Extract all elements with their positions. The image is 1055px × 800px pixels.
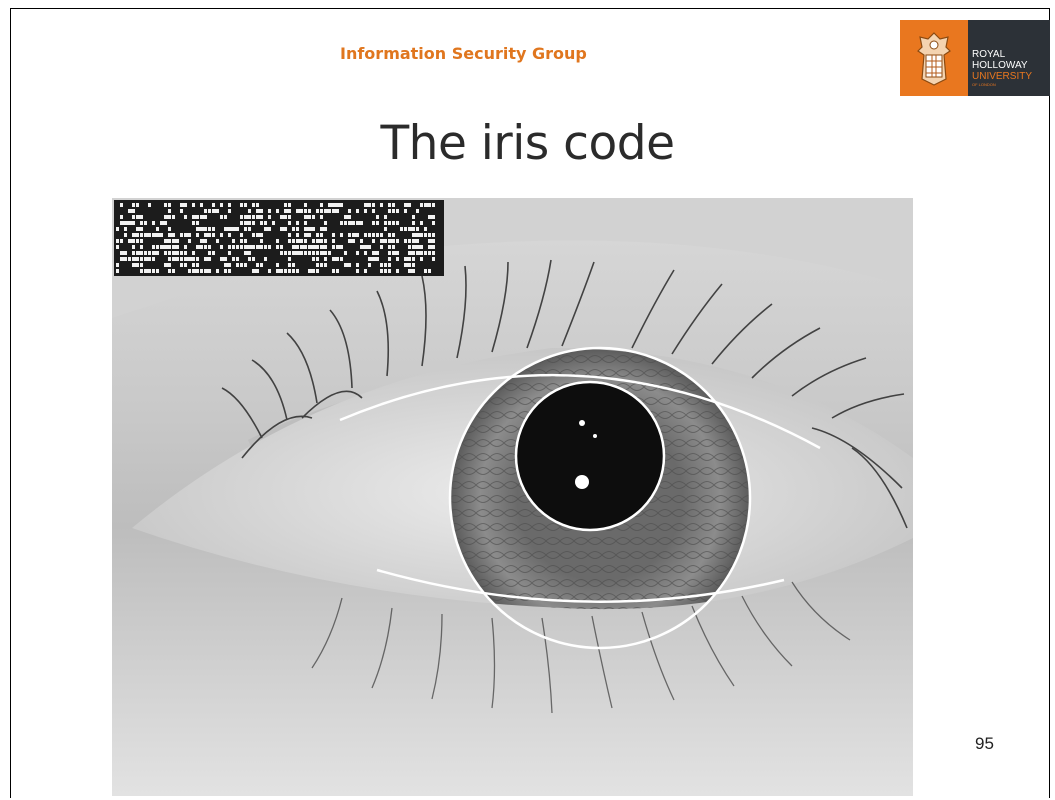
logo-line-holloway: HOLLOWAY bbox=[972, 60, 1028, 71]
slide-title: The iris code bbox=[380, 116, 675, 171]
crest-icon bbox=[900, 20, 968, 96]
group-name: Information Security Group bbox=[340, 44, 587, 63]
royal-holloway-logo: ROYAL HOLLOWAY UNIVERSITY OF LONDON bbox=[900, 20, 1050, 96]
logo-wordmark: ROYAL HOLLOWAY UNIVERSITY OF LONDON bbox=[968, 20, 1050, 96]
iris-code-barcode bbox=[114, 200, 444, 276]
page-number: 95 bbox=[975, 734, 994, 753]
logo-line-london: OF LONDON bbox=[972, 82, 996, 87]
logo-line-university: UNIVERSITY bbox=[972, 71, 1033, 82]
eye-photo bbox=[112, 198, 917, 796]
logo-line-royal: ROYAL bbox=[972, 49, 1006, 60]
